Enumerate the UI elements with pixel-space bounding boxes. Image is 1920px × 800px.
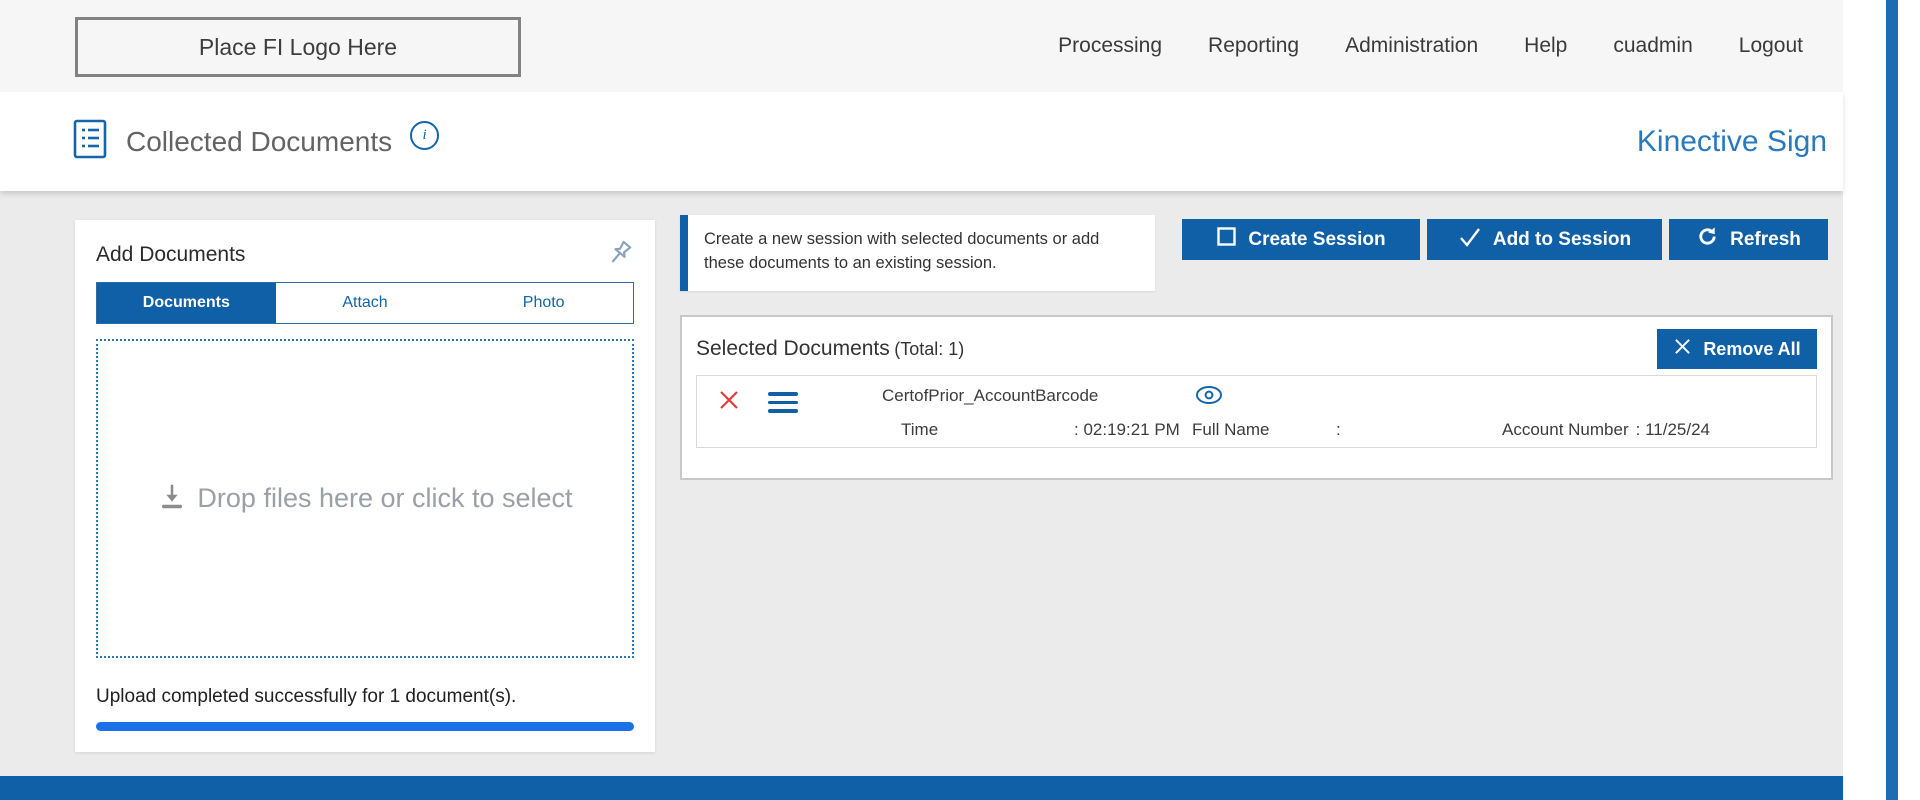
- document-row: CertofPrior_AccountBarcode Time : 02:19:…: [696, 375, 1817, 448]
- page-header-left: Collected Documents: [72, 92, 440, 191]
- main-nav: Processing Reporting Administration Help…: [1058, 0, 1803, 92]
- create-session-label: Create Session: [1248, 228, 1386, 250]
- upload-progress-bar: [96, 722, 634, 731]
- brand-title: Kinective Sign: [1636, 124, 1827, 158]
- session-action-buttons: Create Session Add to Session Refresh: [1182, 219, 1828, 260]
- tab-photo[interactable]: Photo: [454, 283, 634, 323]
- app: Place FI Logo Here Processing Reporting …: [0, 0, 1920, 800]
- account-number-label: Account Number: [1502, 420, 1629, 439]
- refresh-button[interactable]: Refresh: [1669, 219, 1828, 260]
- session-info-note: Create a new session with selected docum…: [680, 215, 1155, 291]
- refresh-label: Refresh: [1730, 228, 1801, 250]
- fi-logo-placeholder: Place FI Logo Here: [75, 17, 521, 77]
- tab-attach[interactable]: Attach: [275, 283, 455, 323]
- full-name-value: :: [1336, 420, 1341, 439]
- account-number-group: Account Number : 11/25/24: [1502, 420, 1710, 440]
- page-title: Collected Documents: [126, 125, 393, 157]
- selected-documents-total: (Total: 1): [894, 339, 965, 359]
- nav-reporting[interactable]: Reporting: [1208, 34, 1299, 58]
- drag-handle-icon[interactable]: [768, 392, 798, 413]
- remove-document-icon[interactable]: [717, 388, 741, 417]
- square-icon: [1216, 226, 1237, 253]
- account-number-value: : 11/25/24: [1635, 420, 1710, 439]
- top-navbar: Place FI Logo Here Processing Reporting …: [0, 0, 1843, 92]
- preview-eye-icon[interactable]: [1194, 384, 1224, 411]
- add-documents-panel: Add Documents Documents Attach Photo Dro…: [75, 220, 655, 752]
- tab-documents[interactable]: Documents: [97, 283, 276, 323]
- create-session-button[interactable]: Create Session: [1182, 219, 1420, 260]
- add-documents-title: Add Documents: [96, 243, 246, 266]
- nav-help[interactable]: Help: [1524, 34, 1567, 58]
- bottom-bar: [0, 776, 1843, 800]
- refresh-icon: [1696, 225, 1719, 254]
- nav-logout[interactable]: Logout: [1739, 34, 1803, 58]
- collected-documents-icon: [72, 118, 108, 165]
- check-icon: [1458, 226, 1482, 254]
- add-documents-header: Add Documents: [96, 220, 634, 282]
- add-to-session-label: Add to Session: [1492, 228, 1632, 250]
- time-value: : 02:19:21 PM: [1074, 420, 1180, 439]
- scrollbar-thumb[interactable]: [1886, 0, 1898, 800]
- nav-administration[interactable]: Administration: [1345, 34, 1478, 58]
- add-to-session-button[interactable]: Add to Session: [1427, 219, 1662, 260]
- info-icon[interactable]: [410, 121, 440, 150]
- add-documents-tabs: Documents Attach Photo: [96, 282, 634, 324]
- page-header: Collected Documents Kinective Sign: [0, 92, 1843, 191]
- nav-user-cuadmin[interactable]: cuadmin: [1613, 34, 1692, 58]
- page: Place FI Logo Here Processing Reporting …: [0, 0, 1843, 800]
- remove-all-label: Remove All: [1703, 338, 1801, 359]
- nav-processing[interactable]: Processing: [1058, 34, 1162, 58]
- x-icon: [1673, 337, 1692, 361]
- download-icon: [157, 481, 187, 516]
- remove-all-button[interactable]: Remove All: [1657, 329, 1817, 369]
- selected-documents-header: Selected Documents (Total: 1) Remove All: [696, 323, 1817, 375]
- selected-documents-title-group: Selected Documents (Total: 1): [696, 337, 964, 361]
- time-label: Time: [901, 420, 939, 439]
- file-dropzone[interactable]: Drop files here or click to select: [96, 339, 634, 658]
- selected-documents-panel: Selected Documents (Total: 1) Remove All…: [680, 315, 1833, 480]
- session-info-text: Create a new session with selected docum…: [704, 230, 1100, 272]
- dropzone-label: Drop files here or click to select: [197, 483, 573, 513]
- document-name: CertofPrior_AccountBarcode: [882, 386, 1099, 405]
- pin-icon[interactable]: [606, 239, 634, 272]
- selected-documents-title: Selected Documents: [696, 337, 890, 360]
- full-name-label: Full Name: [1192, 420, 1270, 439]
- upload-status-text: Upload completed successfully for 1 docu…: [96, 686, 517, 707]
